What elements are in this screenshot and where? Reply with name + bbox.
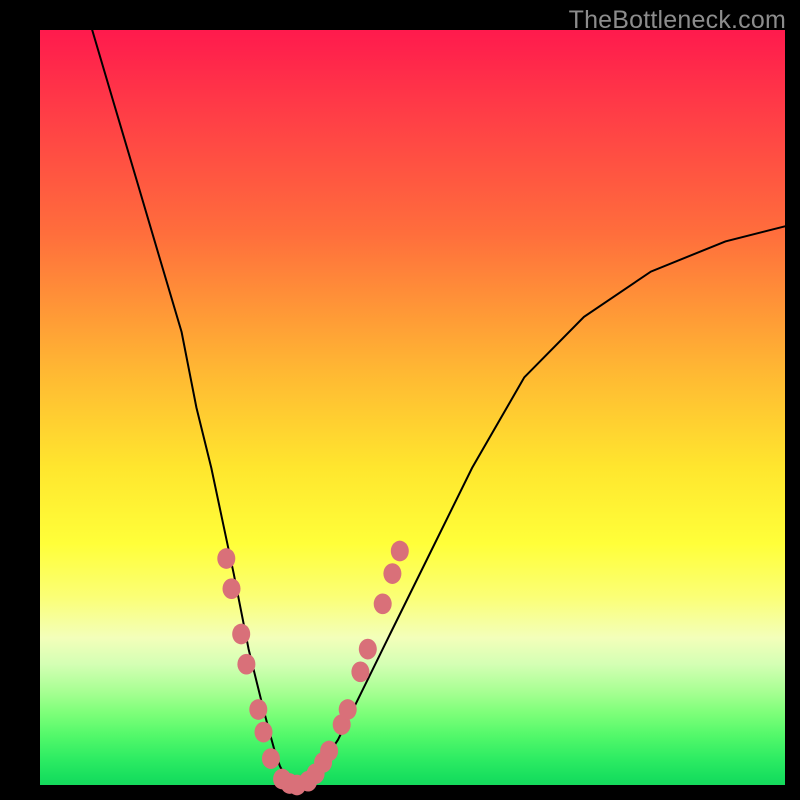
curve-right: [293, 226, 785, 785]
curve-dot: [383, 563, 401, 584]
watermark-text: TheBottleneck.com: [569, 6, 786, 35]
curve-dot: [237, 654, 255, 675]
curve-dot: [359, 639, 377, 660]
curve-dots: [217, 541, 408, 796]
curve-dot: [255, 722, 273, 743]
curve-dot: [320, 741, 338, 762]
curve-left: [92, 30, 301, 785]
curve-dot: [249, 699, 267, 720]
curve-dot: [262, 748, 280, 769]
plot-area: [40, 30, 785, 785]
curve-dot: [217, 548, 235, 569]
curve-dot: [339, 699, 357, 720]
curve-dot: [391, 541, 409, 562]
curve-dot: [232, 624, 250, 645]
chart-frame: TheBottleneck.com: [0, 0, 800, 800]
curve-dot: [374, 593, 392, 614]
bottleneck-curve: [40, 30, 785, 785]
curve-dot: [351, 661, 369, 682]
curve-dot: [223, 578, 241, 599]
